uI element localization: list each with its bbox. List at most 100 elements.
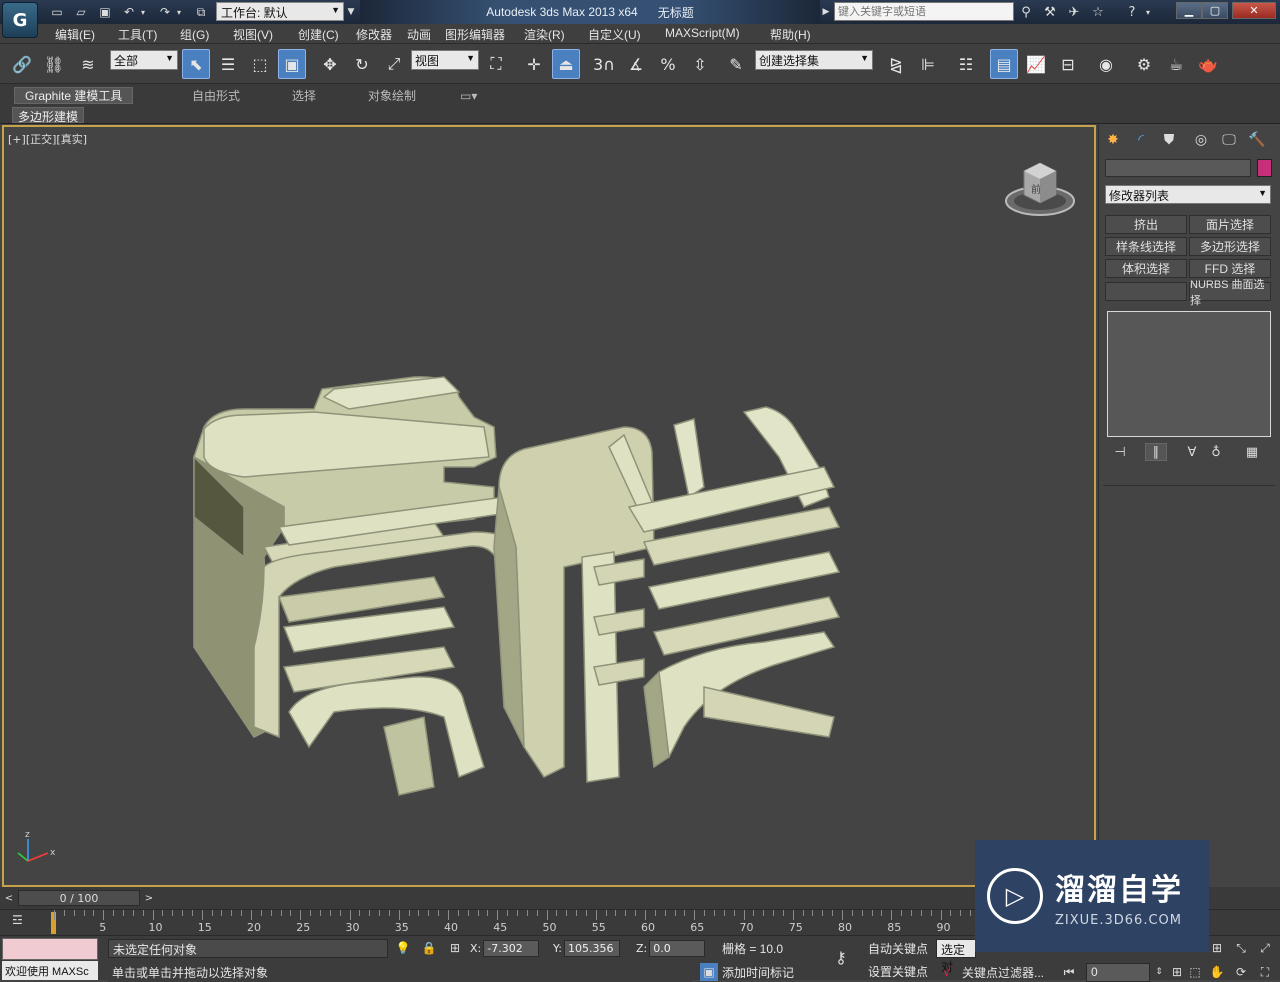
select-by-name-icon[interactable]: ☰ [214,49,242,79]
orbit-icon[interactable]: ⟳ [1232,963,1250,981]
undo-icon[interactable]: ↶ [120,3,138,21]
select-manipulate-icon[interactable]: ✛ [520,49,548,79]
utilities-tab-icon[interactable]: 🔨 [1245,129,1269,151]
create-tab-icon[interactable]: ✸ [1101,129,1125,151]
x-coordinate-input[interactable]: -7.302 [483,940,540,957]
undo-dropdown-icon[interactable]: ▾ [138,3,148,21]
zoom-extents-icon[interactable]: ⤡ [1232,939,1250,957]
vol-select-button[interactable]: 体积选择 [1105,259,1187,278]
pan-view-icon[interactable]: ✋ [1208,963,1226,981]
absolute-mode-icon[interactable]: ⊞ [446,939,464,957]
menu-tools[interactable]: 工具(T) [118,26,157,43]
show-end-result-icon[interactable]: ∥ [1145,443,1167,461]
y-coordinate-input[interactable]: 105.356 [563,940,620,957]
menu-group[interactable]: 组(G) [180,26,209,43]
redo-dropdown-icon[interactable]: ▾ [174,3,184,21]
select-and-move-icon[interactable]: ✥ [316,49,344,79]
reference-coordinate-dropdown[interactable]: 视图 ▼ [411,50,479,70]
viewcube-icon[interactable]: 前 [1005,162,1075,216]
set-key-button[interactable]: 设置关键点 [868,962,928,981]
next-frame-arrow-icon[interactable]: > [142,890,156,906]
percent-snap-icon[interactable]: % [654,49,682,79]
minimize-button[interactable]: ▁ [1176,2,1202,19]
rendered-frame-window-icon[interactable]: ☕ [1162,49,1190,79]
hierarchy-tab-icon[interactable]: ⛊ [1157,129,1181,151]
poly-select-button[interactable]: 多边形选择 [1189,237,1271,256]
ribbon-options-icon[interactable]: ▭▾ [456,87,481,104]
project-folder-icon[interactable]: ⧉ [192,3,210,21]
selection-lock-icon[interactable]: 🔒 [420,939,438,957]
help-icon[interactable]: ? [1122,3,1142,21]
bind-space-warp-icon[interactable]: ≋ [74,49,102,79]
menu-rendering[interactable]: 渲染(R) [524,26,565,43]
tab-freeform[interactable]: 自由形式 [182,87,250,104]
select-object-icon[interactable]: ⬉ [182,49,210,79]
tab-polygon-modeling[interactable]: 多边形建模 [12,107,85,124]
close-button[interactable]: ✕ [1232,2,1276,19]
menu-help[interactable]: 帮助(H) [770,26,811,43]
select-and-scale-icon[interactable]: ⤢ [380,49,408,79]
modifier-stack-list[interactable] [1107,311,1271,437]
render-teapot-icon[interactable]: 🫖 [1194,49,1222,79]
frame-spinner-icon[interactable]: ⇕ [1150,963,1168,981]
extrude-button[interactable]: 挤出 [1105,215,1187,234]
nurbs-surface-select-button[interactable]: NURBS 曲面选择 [1189,279,1271,307]
maxscript-listener-mini[interactable] [2,938,98,960]
mirror-icon[interactable]: ⧎ [882,49,910,79]
menu-edit[interactable]: 编辑(E) [55,26,95,43]
layer-manager-icon[interactable]: ☷ [952,49,980,79]
key-filter-icon[interactable]: √ [938,963,956,981]
go-to-start-icon[interactable]: ⏮ [1060,963,1078,981]
tab-object-paint[interactable]: 对象绘制 [358,87,426,104]
spinner-snap-icon[interactable]: ⇳ [686,49,714,79]
tab-graphite-modeling[interactable]: Graphite 建模工具 [14,87,134,104]
open-file-icon[interactable]: ▱ [72,3,90,21]
help-dropdown-icon[interactable]: ▾ [1143,3,1153,21]
time-slider[interactable]: 0 / 100 [18,890,140,906]
snaps-toggle-icon[interactable]: 3 ∩ [590,49,618,79]
zoom-extents-all-icon[interactable]: ⤢ [1256,939,1274,957]
pin-stack-icon[interactable]: ⊣ [1109,443,1131,461]
maxscript-welcome-text[interactable]: 欢迎使用 MAXSc [2,961,98,980]
menu-animation[interactable]: 动画 [407,26,431,43]
isolate-selection-icon[interactable]: 💡 [394,939,412,957]
key-mode-dropdown[interactable]: 选定对 [936,939,976,974]
make-unique-icon[interactable]: ∀ [1181,443,1203,461]
curve-editor-icon[interactable]: 📈 [1022,49,1050,79]
key-filters-button[interactable]: 关键点过滤器... [962,963,1044,982]
app-menu-button[interactable]: G [2,2,38,38]
zoom-all-icon[interactable]: ⊞ [1208,939,1226,957]
graphite-toggle-icon[interactable]: ▤ [990,49,1018,79]
menu-modifiers[interactable]: 修改器 [356,26,392,43]
redo-icon[interactable]: ↷ [156,3,174,21]
object-color-swatch[interactable] [1257,159,1272,177]
previous-frame-arrow-icon[interactable]: < [2,890,16,906]
configure-modifier-sets-icon[interactable]: ▦ [1241,443,1263,461]
schematic-view-icon[interactable]: ⊟ [1054,49,1082,79]
current-frame-input[interactable]: 0 [1086,963,1150,982]
modifier-list-dropdown[interactable]: 修改器列表 ▼ [1105,185,1271,204]
new-file-icon[interactable]: ▭ [48,3,66,21]
remove-modifier-icon[interactable]: ♁ [1205,443,1227,461]
subscription-icon[interactable]: ⚒ [1040,3,1060,21]
pivot-center-icon[interactable]: ⛶ [482,49,510,79]
set-key-key-icon[interactable]: ⚷ [832,948,850,967]
tab-selection[interactable]: 选择 [282,87,326,104]
window-crossing-icon[interactable]: ▣ [278,49,306,79]
empty-modifier-button[interactable] [1105,282,1187,301]
z-coordinate-input[interactable]: 0.0 [649,940,706,957]
object-name-field[interactable] [1105,159,1251,177]
perspective-viewport[interactable]: [+][正交][真实] 前 z x [2,125,1096,887]
search-expand-icon[interactable]: ▶ [820,3,832,21]
edit-named-selections-icon[interactable]: ✎ [722,49,750,79]
maximize-button[interactable]: ▢ [1202,2,1228,19]
auto-key-button[interactable]: 自动关键点 [868,939,928,958]
spline-select-button[interactable]: 样条线选择 [1105,237,1187,256]
add-time-tag-button[interactable]: 添加时间标记 [722,963,794,982]
communication-center-icon[interactable]: ✈ [1064,3,1084,21]
keyboard-shortcut-override-icon[interactable]: ⏏ [552,49,580,79]
display-tab-icon[interactable]: 🖵 [1217,129,1241,151]
menu-maxscript[interactable]: MAXScript(M) [665,26,740,43]
rectangular-selection-icon[interactable]: ⬚ [246,49,274,79]
material-editor-icon[interactable]: ◉ [1092,49,1120,79]
